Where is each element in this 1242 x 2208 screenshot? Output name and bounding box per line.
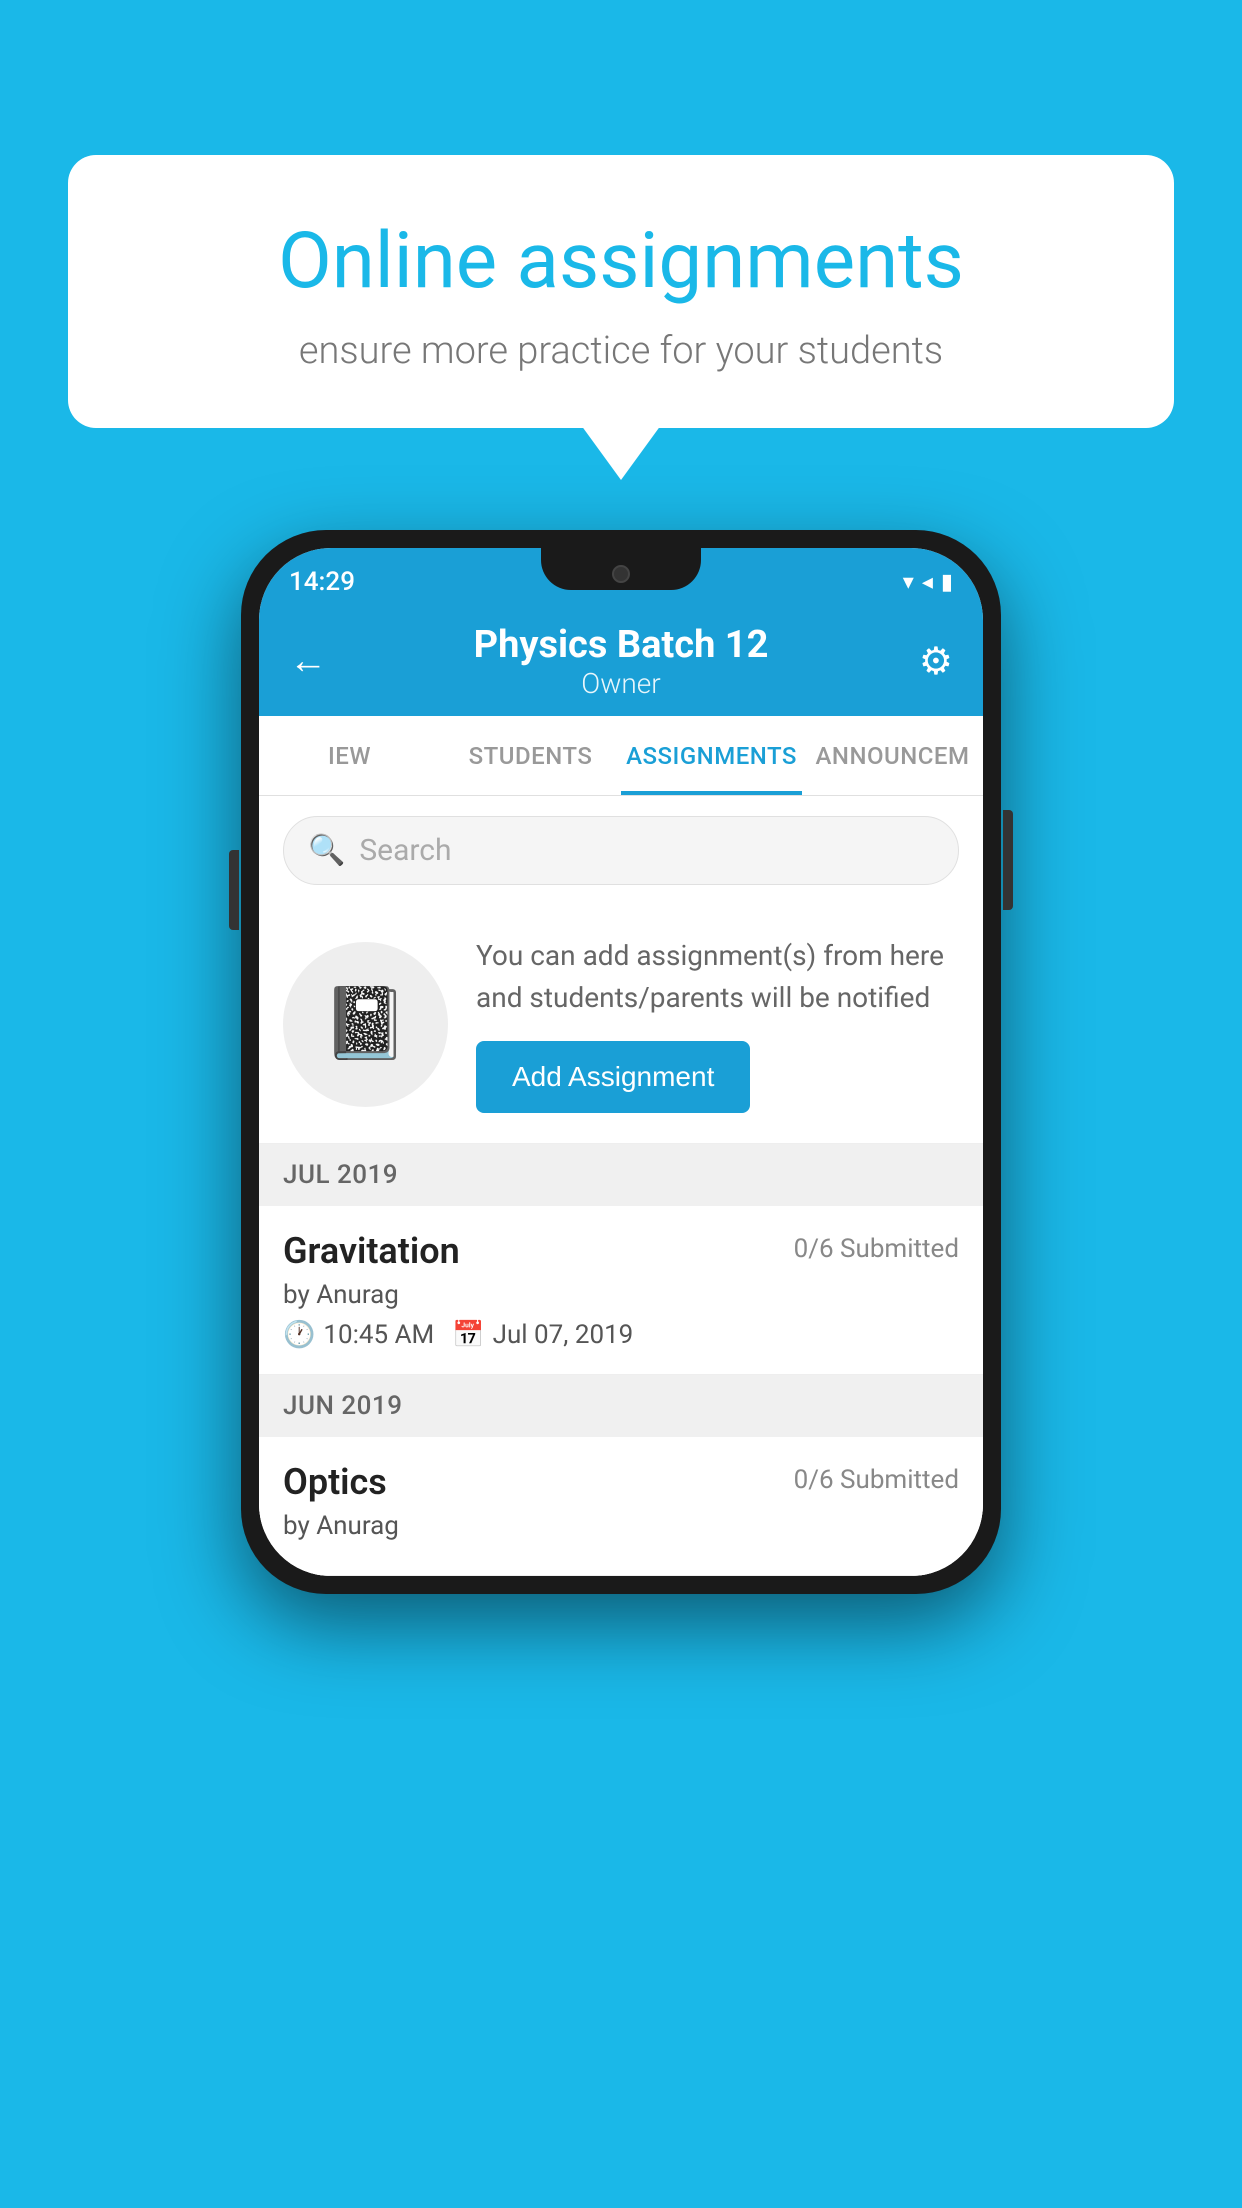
assignment-datetime: 🕐 10:45 AM 📅 Jul 07, 2019 (283, 1320, 959, 1350)
notch-camera (612, 565, 630, 583)
bubble-title: Online assignments (138, 215, 1104, 309)
bubble-subtitle: ensure more practice for your students (138, 329, 1104, 373)
content-area: 🔍 Search 📓 You can add assignment(s) fro… (259, 796, 983, 1576)
assignment-date: 📅 Jul 07, 2019 (452, 1320, 633, 1350)
notebook-icon: 📓 (322, 983, 409, 1065)
tab-bar: IEW STUDENTS ASSIGNMENTS ANNOUNCEM (259, 716, 983, 796)
app-bar-subtitle: Owner (474, 667, 769, 700)
promo-icon-circle: 📓 (283, 942, 448, 1107)
settings-button[interactable]: ⚙ (893, 639, 953, 684)
tab-assignments[interactable]: ASSIGNMENTS (621, 716, 802, 795)
assignment-item-gravitation[interactable]: Gravitation 0/6 Submitted by Anurag 🕐 10… (259, 1206, 983, 1375)
assignment-item-header-optics: Optics 0/6 Submitted (283, 1461, 959, 1503)
back-button[interactable]: ← (289, 639, 349, 683)
status-icons: ▾ ◂ ▮ (903, 570, 953, 595)
clock-icon: 🕐 (283, 1320, 315, 1350)
status-time: 14:29 (289, 567, 355, 597)
assignment-item-optics[interactable]: Optics 0/6 Submitted by Anurag (259, 1437, 983, 1576)
app-bar: ← Physics Batch 12 Owner ⚙ (259, 606, 983, 716)
search-placeholder: Search (359, 833, 451, 868)
promo-section: 📓 You can add assignment(s) from here an… (259, 905, 983, 1144)
phone-screen: 14:29 ▾ ◂ ▮ ← Physics Batch 12 Owner ⚙ I… (259, 548, 983, 1576)
app-bar-center: Physics Batch 12 Owner (474, 623, 769, 700)
search-bar-container: 🔍 Search (259, 796, 983, 905)
search-bar[interactable]: 🔍 Search (283, 816, 959, 885)
assignment-item-header: Gravitation 0/6 Submitted (283, 1230, 959, 1272)
section-header-jun: JUN 2019 (259, 1375, 983, 1437)
calendar-icon: 📅 (452, 1320, 484, 1350)
assignment-title: Gravitation (283, 1230, 460, 1272)
assignment-time: 🕐 10:45 AM (283, 1320, 434, 1350)
phone-notch (541, 548, 701, 590)
phone-outer: 14:29 ▾ ◂ ▮ ← Physics Batch 12 Owner ⚙ I… (241, 530, 1001, 1594)
promo-right: You can add assignment(s) from here and … (476, 935, 959, 1113)
signal-icon: ◂ (922, 570, 933, 595)
battery-icon: ▮ (941, 570, 953, 595)
app-bar-title: Physics Batch 12 (474, 623, 769, 667)
phone-container: 14:29 ▾ ◂ ▮ ← Physics Batch 12 Owner ⚙ I… (241, 530, 1001, 1594)
section-header-jul: JUL 2019 (259, 1144, 983, 1206)
date-value: Jul 07, 2019 (493, 1320, 634, 1350)
assignment-submitted-optics: 0/6 Submitted (794, 1465, 959, 1495)
speech-bubble: Online assignments ensure more practice … (68, 155, 1174, 428)
speech-bubble-container: Online assignments ensure more practice … (68, 155, 1174, 428)
assignment-author: by Anurag (283, 1280, 959, 1310)
add-assignment-button[interactable]: Add Assignment (476, 1041, 750, 1113)
tab-iew[interactable]: IEW (259, 716, 440, 795)
assignment-title-optics: Optics (283, 1461, 387, 1503)
wifi-icon: ▾ (903, 570, 914, 595)
tab-announcements[interactable]: ANNOUNCEM (802, 716, 983, 795)
time-value: 10:45 AM (323, 1320, 434, 1350)
assignment-author-optics: by Anurag (283, 1511, 959, 1541)
assignment-submitted: 0/6 Submitted (794, 1234, 959, 1264)
search-icon: 🔍 (308, 833, 345, 868)
promo-text: You can add assignment(s) from here and … (476, 935, 959, 1019)
tab-students[interactable]: STUDENTS (440, 716, 621, 795)
